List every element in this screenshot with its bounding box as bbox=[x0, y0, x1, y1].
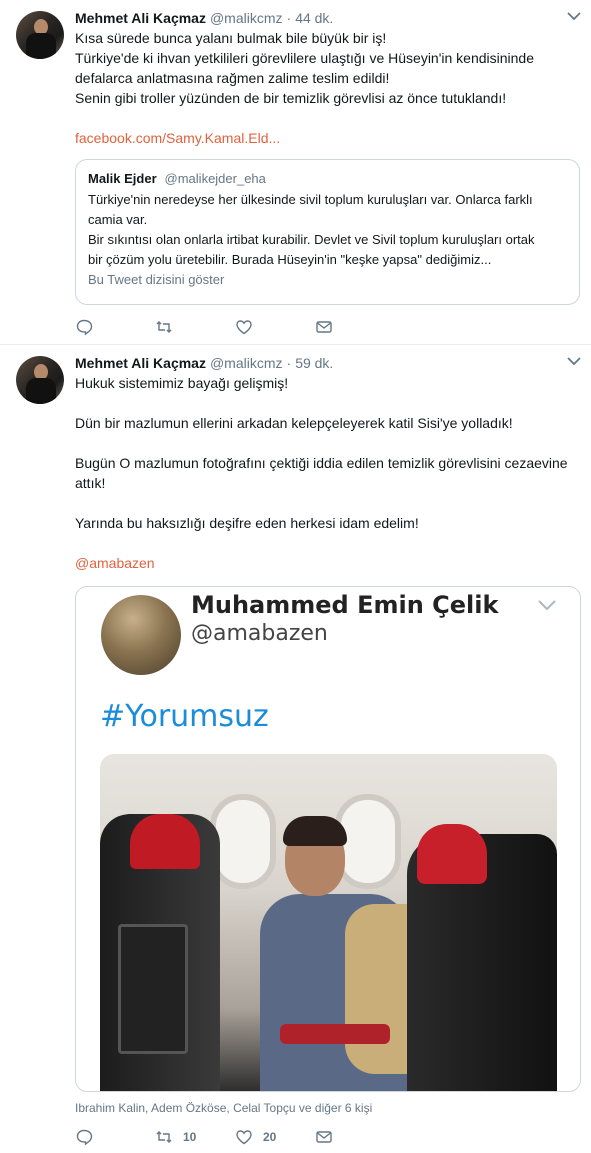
tweet-actions: 10 20 bbox=[75, 1127, 395, 1147]
reply-icon bbox=[76, 319, 93, 336]
quote-author-handle: @malikejder_eha bbox=[164, 171, 266, 186]
tweet-line: Hukuk sistemimiz bayağı gelişmiş! bbox=[75, 375, 289, 391]
separator-dot: · bbox=[286, 355, 292, 371]
tweet-line bbox=[75, 393, 579, 413]
author-handle[interactable]: @malikcmz bbox=[210, 9, 283, 27]
person-hair bbox=[283, 816, 347, 846]
author-name[interactable]: Mehmet Ali Kaçmaz bbox=[75, 9, 206, 27]
tweet-line: Senin gibi troller yüzünden de bir temiz… bbox=[75, 90, 507, 106]
like-count: 20 bbox=[263, 1130, 277, 1144]
reply-icon bbox=[76, 1129, 93, 1146]
tweet-line bbox=[75, 108, 579, 128]
seat-belt bbox=[280, 1024, 390, 1044]
retweet-button[interactable]: 10 bbox=[155, 1128, 235, 1146]
airplane-seat bbox=[407, 824, 557, 1091]
tweet-line: Dün bir mazlumun ellerini arkadan kelepç… bbox=[75, 415, 513, 431]
message-button[interactable] bbox=[315, 318, 395, 336]
tweet-text: Hukuk sistemimiz bayağı gelişmiş! Dün bi… bbox=[75, 373, 579, 553]
reply-button[interactable] bbox=[75, 1128, 155, 1146]
media-author-handle: @amabazen bbox=[191, 621, 328, 646]
tweet-media-image[interactable]: Muhammed Emin Çelik @amabazen #Yorumsuz bbox=[75, 586, 581, 1092]
author-handle[interactable]: @malikcmz bbox=[210, 354, 283, 372]
quote-line: Türkiye'nin neredeyse her ülkesinde sivi… bbox=[88, 192, 533, 207]
tweet-line bbox=[75, 493, 579, 513]
like-button[interactable] bbox=[235, 318, 315, 336]
tweet-line: Kısa sürede bunca yalanı bulmak bile büy… bbox=[75, 30, 387, 46]
avatar[interactable] bbox=[16, 11, 64, 59]
timestamp[interactable]: 59 dk. bbox=[295, 354, 333, 372]
like-icon bbox=[236, 1130, 252, 1145]
likers-list[interactable]: Ibrahim Kalin, Adem Özköse, Celal Topçu … bbox=[75, 1101, 372, 1115]
tweet-line: Bugün O mazlumun fotoğrafını çektiği idd… bbox=[75, 455, 568, 471]
media-author-name: Muhammed Emin Çelik bbox=[191, 591, 499, 619]
quote-line: Bir sıkıntısı olan onlarla irtibat kurab… bbox=[88, 232, 535, 247]
retweet-count: 10 bbox=[183, 1130, 197, 1144]
tweet-line: Yarında bu haksızlığı deşifre eden herke… bbox=[75, 515, 419, 531]
chevron-down-icon bbox=[538, 600, 556, 611]
author-name[interactable]: Mehmet Ali Kaçmaz bbox=[75, 354, 206, 372]
message-icon bbox=[316, 321, 332, 333]
quote-line: camia var. bbox=[88, 212, 148, 227]
airplane-seat bbox=[100, 814, 220, 1091]
quote-line: bir çözüm yolu üretebilir. Burada Hüseyi… bbox=[88, 252, 492, 267]
retweet-icon bbox=[156, 321, 172, 333]
chevron-down-icon[interactable] bbox=[567, 356, 581, 366]
quoted-tweet[interactable]: Malik Ejder @malikejder_eha Türkiye'nin … bbox=[75, 159, 580, 305]
tweet-line bbox=[75, 533, 579, 553]
media-avatar bbox=[101, 595, 181, 675]
tweet-line bbox=[75, 433, 579, 453]
tweet[interactable]: Mehmet Ali Kaçmaz @malikcmz · 44 dk. Kıs… bbox=[0, 0, 591, 345]
timestamp[interactable]: 44 dk. bbox=[295, 9, 333, 27]
tweet-actions bbox=[75, 317, 395, 337]
avatar[interactable] bbox=[16, 356, 64, 404]
media-hashtag: #Yorumsuz bbox=[100, 699, 269, 734]
like-icon bbox=[236, 320, 252, 335]
message-icon bbox=[316, 1131, 332, 1143]
tweet-line: Türkiye'de ki ihvan yetkilileri görevlil… bbox=[75, 50, 535, 66]
tweet-header: Mehmet Ali Kaçmaz @malikcmz · 44 dk. bbox=[75, 9, 579, 27]
tweet-line: defalarca anlatmasına rağmen zalime tesl… bbox=[75, 70, 390, 86]
retweet-icon bbox=[156, 1131, 172, 1143]
airplane-photo bbox=[100, 754, 557, 1091]
quote-text: Türkiye'nin neredeyse her ülkesinde sivi… bbox=[88, 190, 569, 270]
mention-link[interactable]: @amabazen bbox=[75, 553, 579, 573]
external-link[interactable]: facebook.com/Samy.Kamal.Eld... bbox=[75, 128, 579, 148]
message-button[interactable] bbox=[315, 1128, 395, 1146]
separator-dot: · bbox=[286, 10, 292, 26]
tweet-header: Mehmet Ali Kaçmaz @malikcmz · 59 dk. bbox=[75, 354, 579, 372]
chevron-down-icon[interactable] bbox=[567, 11, 581, 21]
retweet-button[interactable] bbox=[155, 318, 235, 336]
like-button[interactable]: 20 bbox=[235, 1128, 315, 1146]
show-thread-link[interactable]: Bu Tweet dizisini göster bbox=[88, 272, 569, 287]
tweet-text: Kısa sürede bunca yalanı bulmak bile büy… bbox=[75, 28, 579, 128]
tweet-line: attık! bbox=[75, 475, 106, 491]
reply-button[interactable] bbox=[75, 318, 155, 336]
quote-author-name: Malik Ejder bbox=[88, 171, 157, 186]
